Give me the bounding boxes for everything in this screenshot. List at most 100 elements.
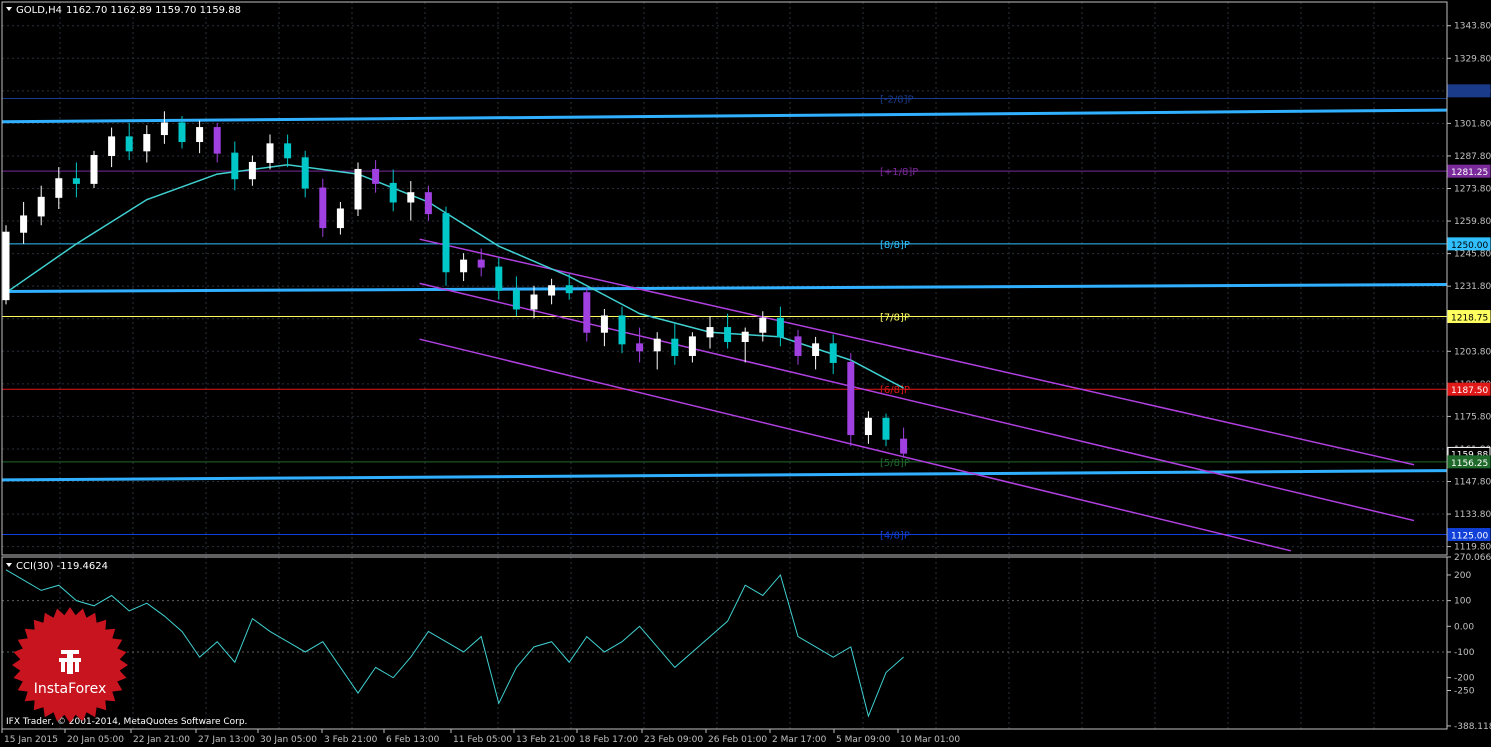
candle-body <box>108 136 116 156</box>
candle-body <box>20 215 28 233</box>
time-tick-label: 3 Feb 21:00 <box>324 735 378 745</box>
time-tick-label: 18 Feb 17:00 <box>579 735 638 745</box>
candle-body <box>900 438 908 454</box>
ohlc-values: 1162.70 1162.89 1159.70 1159.88 <box>66 5 241 16</box>
price-tick-label: 1273.80 <box>1454 185 1491 195</box>
candle-body <box>284 143 292 159</box>
channel-line <box>419 282 1415 522</box>
murrey-level-label: [8/8]P <box>880 240 910 251</box>
candle-body <box>72 178 80 184</box>
trend-line <box>1 108 1448 124</box>
candle-body <box>248 161 256 180</box>
trend-line <box>1 469 1448 482</box>
murrey-level-label: [5/8]P <box>880 458 910 469</box>
candle-body <box>776 317 784 338</box>
price-tag-label: 1187.50 <box>1451 386 1488 396</box>
cci-tick-label: -250 <box>1454 686 1475 696</box>
candle-body <box>671 338 679 356</box>
candle-body <box>688 336 696 356</box>
cci-tick-label: 100 <box>1454 597 1471 607</box>
candle-body <box>143 134 151 152</box>
candle-body <box>724 327 732 343</box>
candle-body <box>812 343 820 356</box>
candle-body <box>372 168 380 184</box>
time-tick-label: 20 Jan 05:00 <box>67 735 124 745</box>
price-tick-label: 1175.80 <box>1454 412 1491 422</box>
candle-body <box>600 315 608 333</box>
triangle-down-icon[interactable] <box>6 7 12 11</box>
cci-tick-label: 0.00 <box>1454 622 1474 632</box>
trend-line <box>1 283 1448 294</box>
cci-axis[interactable]: 270.0661 200 100 0.00 -100 -200 -250 -388.1186 <box>1447 553 1491 732</box>
copyright-text: IFX Trader, © 2001-2014, MetaQuotes Soft… <box>6 717 247 727</box>
time-tick-label: 10 Mar 01:00 <box>900 735 960 745</box>
channel-line <box>419 238 1415 466</box>
time-tick-label: 2 Mar 17:00 <box>772 735 827 745</box>
candle-body <box>829 343 837 363</box>
symbol-label: GOLD,H4 <box>16 5 62 16</box>
candle-body <box>266 143 274 163</box>
candle-body <box>653 338 661 352</box>
candle-body <box>636 343 644 352</box>
chart-canvas[interactable]: [-2/8]P[+1/8]P[8/8]P[7/8]P[6/8]P[5/8]P[4… <box>0 0 1491 747</box>
cci-tick-label: -100 <box>1454 648 1475 658</box>
cci-line <box>5 569 904 718</box>
candle-body <box>178 122 186 143</box>
cci-tick-label: 200 <box>1454 571 1471 581</box>
candle-body <box>565 285 573 294</box>
candle-body <box>583 292 591 333</box>
candle-body <box>90 154 98 184</box>
chart-window[interactable]: [-2/8]P [+1/8]P [8/8]P [7/8]P [6/8]P [5/8]P [4… <box>0 0 1491 747</box>
candle-body <box>495 266 503 291</box>
candle-body <box>882 417 890 440</box>
price-tick-label: 1119.80 <box>1454 543 1491 553</box>
candles <box>2 111 908 458</box>
price-tick-label: 1287.80 <box>1454 152 1491 162</box>
price-tag-label: 1156.25 <box>1451 459 1488 469</box>
cci-title: CCI(30) -119.4624 <box>16 561 108 572</box>
candle-body <box>512 289 520 310</box>
candle-body <box>618 315 626 345</box>
murrey-level-label: [-2/8]P <box>880 95 914 106</box>
price-tag-label: 1250.00 <box>1451 241 1488 251</box>
candle-body <box>530 294 538 310</box>
price-tick-label: 1343.80 <box>1454 22 1491 32</box>
time-tick-label: 11 Feb 05:00 <box>453 735 512 745</box>
channel-line <box>419 338 1291 552</box>
candle-body <box>847 361 855 436</box>
candle-body <box>213 127 221 154</box>
murrey-level-label: [4/8]P <box>880 531 910 542</box>
candle-body <box>407 192 415 203</box>
price-tick-label: 1133.80 <box>1454 510 1491 520</box>
price-tick-label: 1147.80 <box>1454 478 1491 488</box>
time-axis[interactable]: 15 Jan 2015 20 Jan 05:00 22 Jan 21:00 27 Ja… <box>1 729 960 745</box>
time-tick-label: 26 Feb 01:00 <box>708 735 767 745</box>
candle-body <box>460 259 468 273</box>
cci-tick-label: 270.0661 <box>1454 553 1491 563</box>
cci-series-line <box>5 569 904 718</box>
candle-body <box>55 178 63 198</box>
logo-glyph-icon <box>59 650 81 674</box>
price-axis[interactable]: 1343.80 1329.80 1315.80 1301.80 1287.80 1273.… <box>1447 22 1491 553</box>
price-tag-label: 1125.00 <box>1451 532 1488 542</box>
cci-tick-label: -200 <box>1454 674 1475 684</box>
candle-body <box>706 327 714 338</box>
price-tick-label: 1203.80 <box>1454 347 1491 357</box>
candle-body <box>301 157 309 189</box>
logo-text: InstaForex <box>34 681 107 697</box>
cci-tick-label: -388.1186 <box>1454 722 1491 732</box>
price-tick-label: 1301.80 <box>1454 119 1491 129</box>
candle-body <box>477 259 485 268</box>
candle-body <box>548 285 556 296</box>
candle-body <box>125 136 133 152</box>
moving-average <box>5 164 904 389</box>
time-tick-label: 30 Jan 05:00 <box>260 735 317 745</box>
price-tag-label: 1281.25 <box>1451 168 1488 178</box>
price-tick-label: 1231.80 <box>1454 282 1491 292</box>
candle-body <box>864 417 872 436</box>
time-tick-label: 22 Jan 21:00 <box>133 735 190 745</box>
time-tick-label: 13 Feb 21:00 <box>516 735 575 745</box>
cci-menu-icon[interactable] <box>6 563 12 567</box>
candle-body <box>759 317 767 333</box>
time-tick-label: 23 Feb 09:00 <box>644 735 703 745</box>
